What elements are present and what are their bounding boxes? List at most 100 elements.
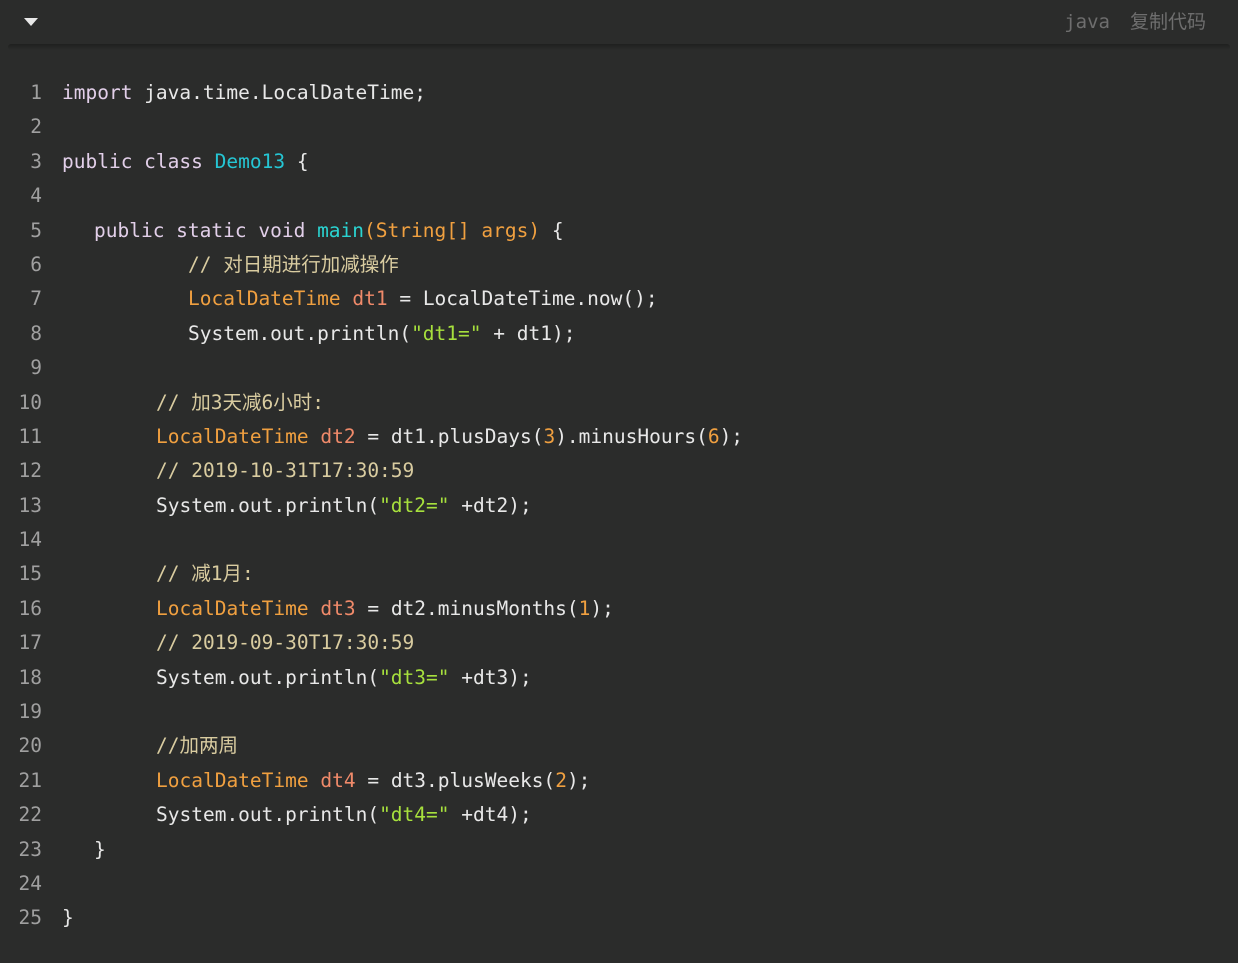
code-token: System.out.println(	[156, 493, 380, 517]
code-line: 10 // 加3天减6小时:	[0, 386, 1238, 420]
code-line: 22 System.out.println("dt4=" +dt4);	[0, 798, 1238, 832]
code-line: 4	[0, 179, 1238, 213]
code-line: 19	[0, 695, 1238, 729]
line-number: 25	[18, 906, 42, 930]
line-number: 24	[18, 871, 42, 895]
code-token: = dt2.minusMonths(	[355, 596, 579, 620]
code-line: 15 // 减1月:	[0, 557, 1238, 591]
code-token: );	[566, 768, 591, 792]
code-line: 6 // 对日期进行加减操作	[0, 248, 1238, 282]
copy-code-button[interactable]: 复制代码	[1130, 10, 1206, 34]
code-token: +dt4);	[449, 803, 532, 827]
code-text: }	[94, 833, 106, 867]
code-text: System.out.println("dt4=" +dt4);	[156, 798, 532, 832]
line-number: 4	[30, 184, 42, 208]
line-number: 1	[30, 81, 42, 104]
code-text: System.out.println("dt1=" + dt1);	[188, 317, 575, 351]
code-line: 13 System.out.println("dt2=" +dt2);	[0, 489, 1238, 523]
code-line: 1 import java.time.LocalDateTime;	[0, 76, 1238, 110]
code-text: public class Demo13 {	[62, 145, 309, 179]
code-token: // 对日期进行加减操作	[188, 252, 399, 276]
line-number: 19	[18, 700, 42, 724]
code-token: 6	[707, 424, 720, 448]
code-line: 8 System.out.println("dt1=" + dt1);	[0, 317, 1238, 351]
code-token: "dt3="	[379, 665, 450, 689]
code-token: +dt3);	[449, 665, 532, 689]
code-line: 12 // 2019-10-31T17:30:59	[0, 454, 1238, 488]
code-line: 7 LocalDateTime dt1 = LocalDateTime.now()…	[0, 282, 1238, 316]
code-text: System.out.println("dt2=" +dt2);	[156, 489, 532, 523]
code-line: 17 // 2019-09-30T17:30:59	[0, 626, 1238, 660]
code-line: 9	[0, 351, 1238, 385]
line-number: 16	[18, 596, 42, 620]
code-token: System.out.println(	[188, 321, 412, 345]
code-token: "dt4="	[379, 803, 450, 827]
code-token: // 2019-09-30T17:30:59	[156, 631, 415, 655]
code-token: "dt1="	[411, 321, 482, 345]
code-token: main	[317, 218, 365, 242]
code-token: //加两周	[156, 734, 238, 758]
code-text: // 加3天减6小时:	[156, 386, 324, 420]
code-text: LocalDateTime dt1 = LocalDateTime.now();	[188, 282, 658, 316]
line-number: 13	[18, 493, 42, 517]
line-number: 22	[18, 803, 42, 827]
code-line: 16 LocalDateTime dt3 = dt2.minusMonths(1)…	[0, 592, 1238, 626]
code-line: 2	[0, 110, 1238, 144]
code-text: // 2019-09-30T17:30:59	[156, 626, 414, 660]
code-token: +dt2);	[449, 493, 532, 517]
language-label: java	[1064, 11, 1110, 33]
code-token: dt4	[308, 768, 356, 792]
line-number: 14	[18, 528, 42, 552]
code-token: }	[62, 906, 74, 930]
code-token: dt3	[308, 596, 356, 620]
line-number: 6	[30, 252, 42, 276]
line-number: 9	[30, 356, 42, 380]
line-number: 3	[30, 149, 42, 173]
code-area: 1 import java.time.LocalDateTime; 2 3 public…	[0, 76, 1238, 936]
line-number: 2	[30, 115, 42, 139]
code-token: // 2019-10-31T17:30:59	[156, 459, 415, 483]
code-text: }	[62, 901, 74, 935]
code-text: // 减1月:	[156, 557, 254, 591]
code-token: }	[94, 837, 106, 861]
line-number: 20	[18, 734, 42, 758]
code-token: dt2	[308, 424, 356, 448]
code-text: LocalDateTime dt4 = dt3.plusWeeks(2);	[156, 764, 590, 798]
code-token: = dt1.plusDays(	[355, 424, 544, 448]
code-token: {	[285, 149, 309, 173]
code-token: LocalDateTime	[188, 287, 341, 311]
line-number: 8	[30, 321, 42, 345]
code-token: dt1	[340, 287, 388, 311]
code-token: // 减1月:	[156, 562, 254, 586]
code-block: java 复制代码 1 import java.time.LocalDateTim…	[0, 0, 1238, 963]
code-line: 18 System.out.println("dt3=" +dt3);	[0, 661, 1238, 695]
code-line: 25}	[0, 901, 1238, 935]
toolbar-divider	[8, 44, 1230, 50]
code-token: public class	[62, 149, 215, 173]
code-token: 1	[578, 596, 591, 620]
line-number: 10	[18, 390, 42, 414]
code-line: 23}	[0, 833, 1238, 867]
code-line: 21 LocalDateTime dt4 = dt3.plusWeeks(2);	[0, 764, 1238, 798]
code-line: 5 public static void main(String[] args) …	[0, 214, 1238, 248]
code-token: 3	[543, 424, 556, 448]
code-token: 2	[555, 768, 567, 792]
line-number: 12	[18, 459, 42, 483]
code-token: java.time.LocalDateTime;	[132, 81, 426, 104]
code-token: {	[540, 218, 564, 242]
code-line: 24	[0, 867, 1238, 901]
line-number: 5	[30, 218, 42, 242]
line-number: 18	[18, 665, 42, 689]
code-token: System.out.println(	[156, 665, 380, 689]
caret-down-icon[interactable]	[22, 14, 40, 30]
code-token: );	[719, 424, 744, 448]
code-text: LocalDateTime dt3 = dt2.minusMonths(1);	[156, 592, 614, 626]
line-number: 15	[18, 562, 42, 586]
code-token: + dt1);	[481, 321, 576, 345]
code-token: System.out.println(	[156, 803, 380, 827]
code-token: LocalDateTime	[156, 768, 309, 792]
code-token: // 加3天减6小时:	[156, 390, 324, 414]
code-token: LocalDateTime	[156, 424, 309, 448]
line-number: 21	[18, 768, 42, 792]
code-token: (String[] args)	[364, 218, 541, 242]
